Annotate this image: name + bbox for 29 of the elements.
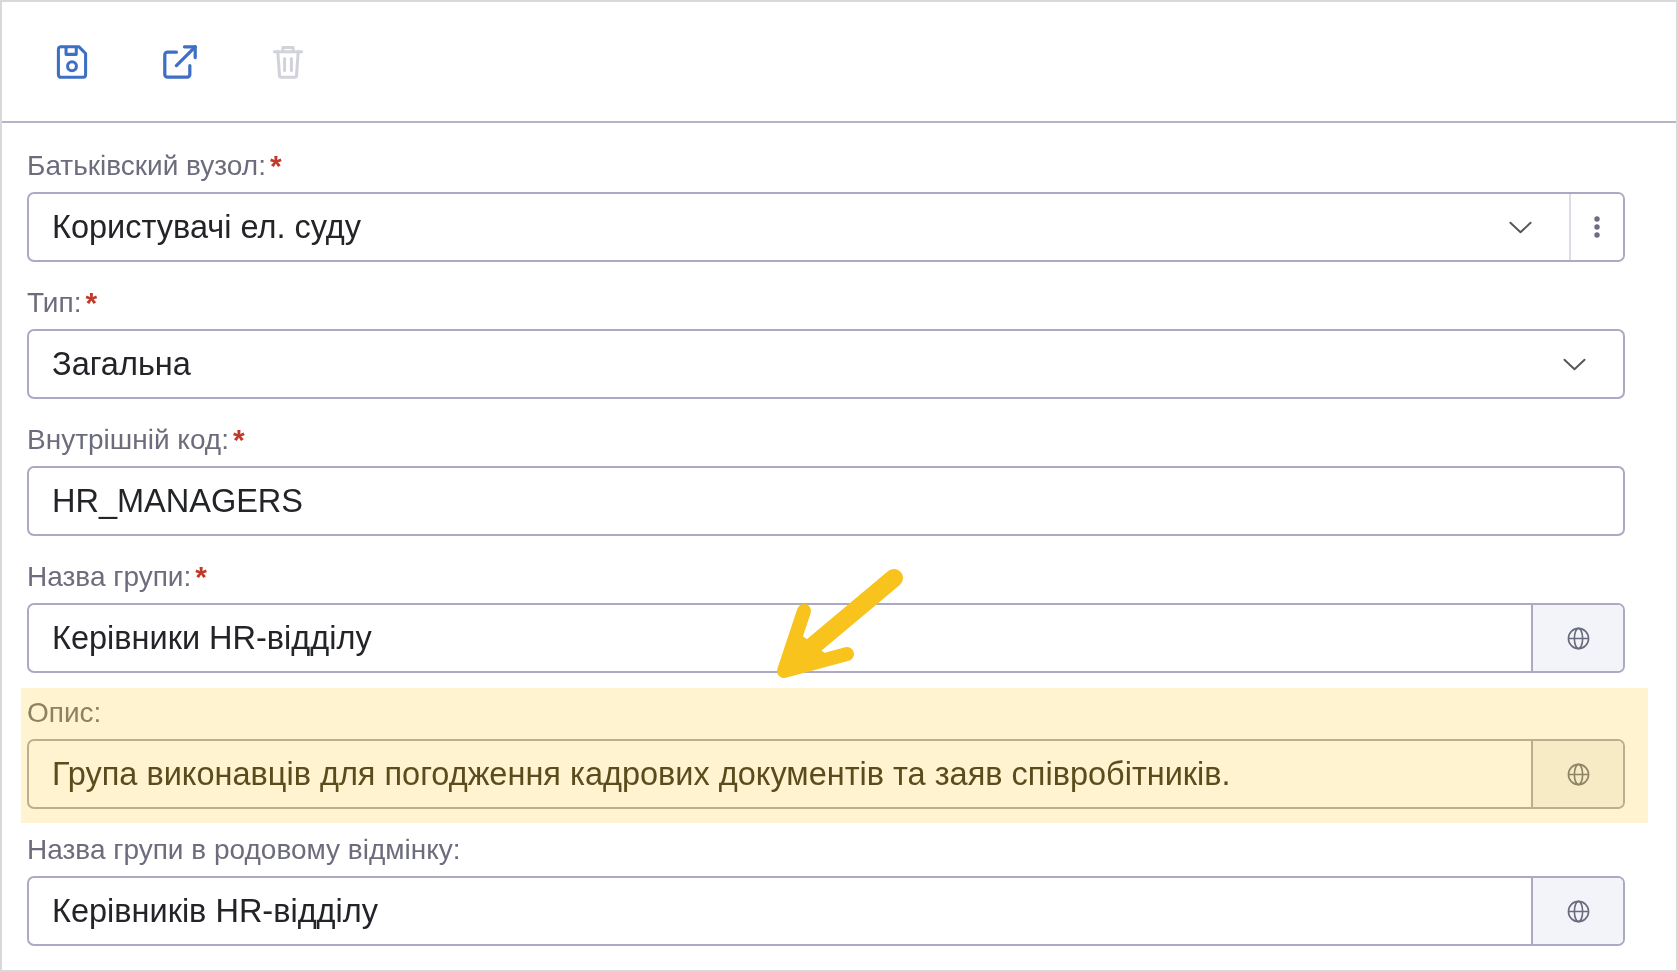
- chevron-down-icon: [1509, 220, 1532, 234]
- required-asterisk: *: [195, 561, 207, 593]
- field-label: Опис:: [27, 697, 102, 729]
- language-button[interactable]: [1531, 605, 1623, 671]
- language-button[interactable]: [1531, 878, 1623, 944]
- field-label: Назва групи:: [27, 561, 192, 593]
- globe-icon: [1566, 899, 1590, 923]
- required-asterisk: *: [269, 150, 282, 182]
- dropdown-field[interactable]: Загальна: [27, 329, 1625, 399]
- chevron-down-icon: [1563, 357, 1586, 371]
- required-asterisk: *: [85, 287, 98, 319]
- field-label: Назва групи в родовому відмінку:: [27, 834, 461, 866]
- field-label: Внутрішній код:: [27, 424, 229, 456]
- field-label: Батьківский вузол:: [27, 150, 266, 182]
- text-field[interactable]: Група виконавців для погодження кадрових документів та заяв співробітників.: [27, 739, 1625, 809]
- save-icon: [55, 44, 89, 79]
- text-field[interactable]: HR_MANAGERS: [27, 466, 1625, 536]
- text-field[interactable]: Керівників HR-відділу: [27, 876, 1625, 946]
- trash-icon: [271, 44, 305, 79]
- field-label: Тип:: [27, 287, 82, 319]
- more-vertical-icon: [1594, 216, 1600, 238]
- globe-icon: [1566, 762, 1590, 786]
- required-asterisk: *: [232, 424, 245, 456]
- dropdown-field[interactable]: Користувачі ел. суду: [27, 192, 1625, 262]
- language-button[interactable]: [1531, 741, 1623, 807]
- text-field[interactable]: Керівники HR-відділу: [27, 603, 1625, 673]
- globe-icon: [1566, 626, 1590, 650]
- more-options-button[interactable]: [1569, 194, 1623, 260]
- external-link-icon: [163, 44, 197, 79]
